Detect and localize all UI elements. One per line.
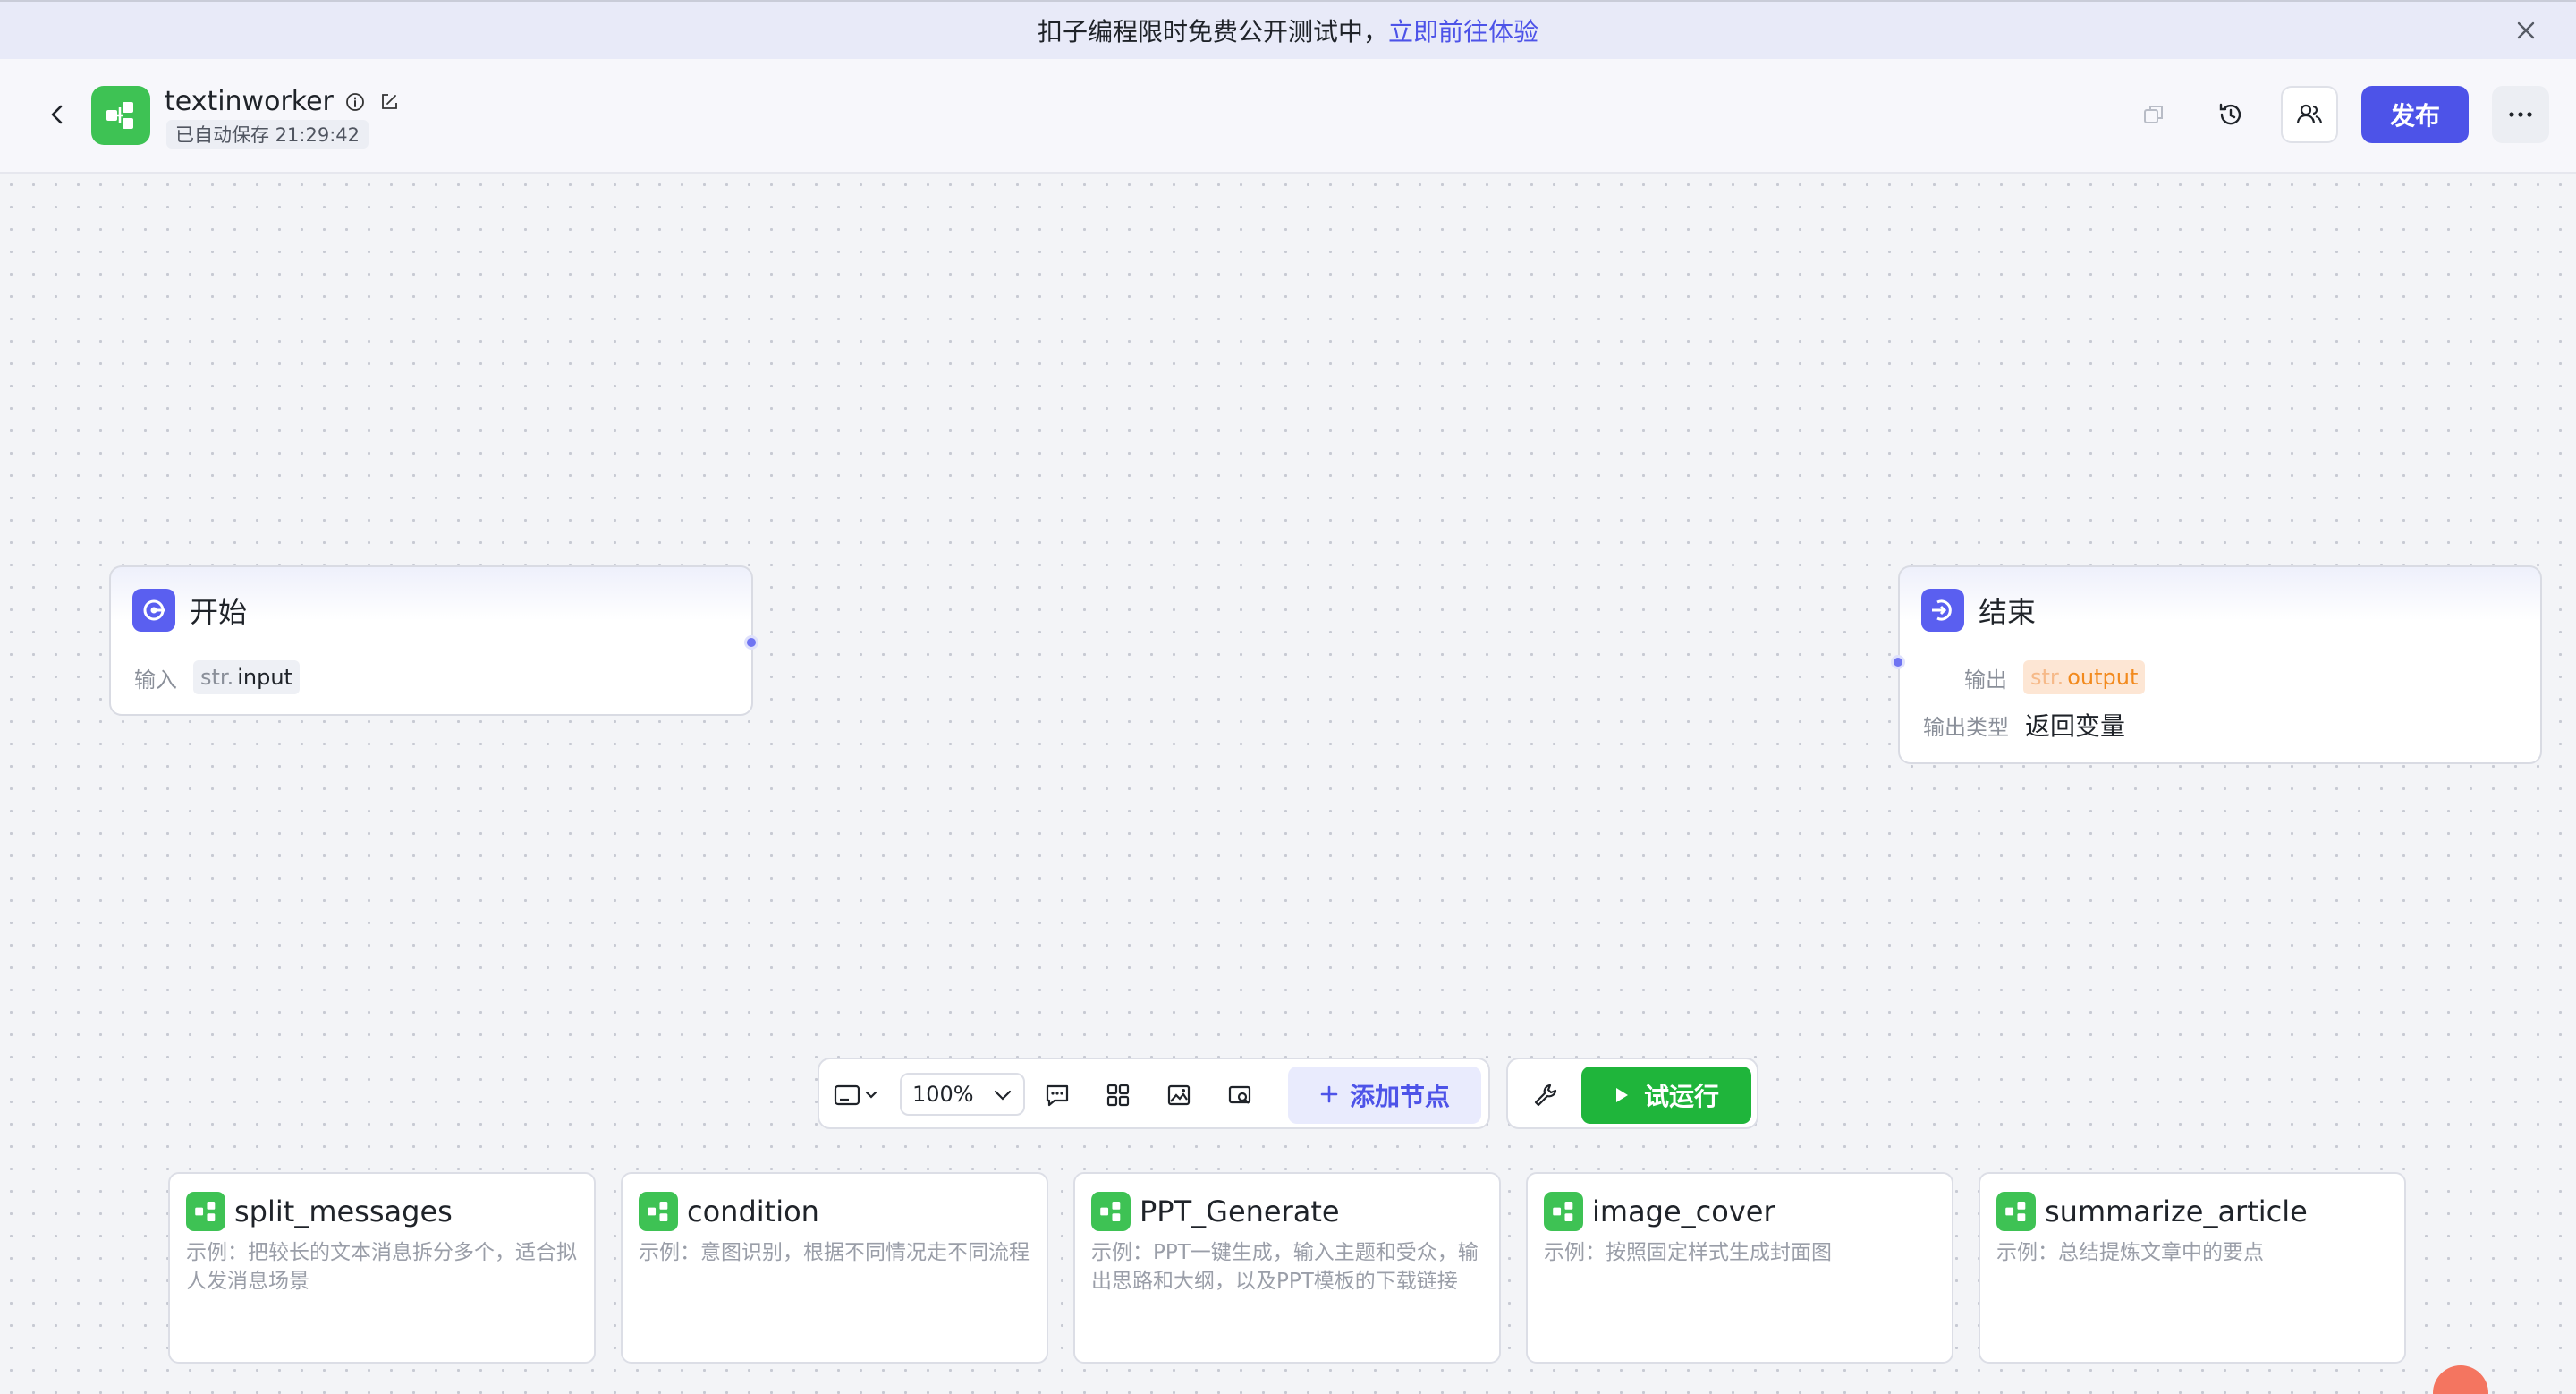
input-variable-tag: str. input: [193, 660, 300, 694]
plus-icon: [1319, 1081, 1339, 1110]
workflow-name: textinworker: [165, 86, 334, 117]
banner-link[interactable]: 立即前往体验: [1388, 13, 1538, 48]
start-node[interactable]: 开始 输入 str. input: [109, 565, 758, 716]
add-node-button[interactable]: 添加节点: [1288, 1067, 1481, 1124]
end-node-header: 结束: [1921, 589, 2036, 632]
start-input-row: 输入 str. input: [134, 660, 300, 694]
close-icon[interactable]: [2510, 14, 2542, 47]
template-description: 示例：意图识别，根据不同情况走不同流程: [639, 1241, 1030, 1264]
end-input-port[interactable]: [1891, 655, 1905, 669]
copy-icon[interactable]: [2125, 86, 2182, 143]
template-description: 示例：PPT一键生成，输入主题和受众，输出思路和大纲，以及PPT模板的下载链接: [1091, 1241, 1479, 1293]
input-label: 输入: [134, 667, 177, 693]
banner-text: 扣子编程限时免费公开测试中，: [1037, 17, 1388, 47]
workflow-icon: [1091, 1192, 1131, 1231]
comment-icon[interactable]: [1039, 1077, 1075, 1113]
canvas-toolbar: 100% 添加节点: [818, 1058, 1490, 1129]
run-toolbar: 试运行: [1506, 1058, 1758, 1129]
template-description: 示例：把较长的文本消息拆分多个，适合拟人发消息场景: [186, 1241, 577, 1293]
workflow-logo-icon: [91, 86, 150, 145]
template-name: split_messages: [234, 1194, 453, 1228]
workflow-title: textinworker: [165, 86, 402, 117]
variable-name: output: [2067, 665, 2139, 690]
start-icon: [132, 589, 175, 632]
template-card[interactable]: split_messages 示例：把较长的文本消息拆分多个，适合拟人发消息场景: [168, 1172, 596, 1364]
template-description: 示例：按照固定样式生成封面图: [1544, 1241, 1832, 1264]
end-output-row: 输出 str. output: [1964, 660, 2146, 694]
template-description: 示例：总结提炼文章中的要点: [1996, 1241, 2264, 1264]
zoom-value: 100%: [912, 1082, 974, 1107]
template-card[interactable]: PPT_Generate 示例：PPT一键生成，输入主题和受众，输出思路和大纲，…: [1073, 1172, 1501, 1364]
end-output-type-row: 输出类型 返回变量: [1923, 707, 2125, 743]
template-name: summarize_article: [2045, 1194, 2308, 1228]
publish-button[interactable]: 发布: [2361, 86, 2469, 143]
back-icon[interactable]: [39, 97, 75, 132]
add-node-label: 添加节点: [1349, 1082, 1450, 1111]
end-node[interactable]: 结束 输出 str. output 输出类型 返回变量: [1891, 565, 2542, 764]
template-name: condition: [687, 1194, 819, 1228]
start-node-title: 开始: [190, 595, 248, 629]
zoom-select[interactable]: 100%: [900, 1073, 1025, 1116]
output-type-label: 输出类型: [1923, 714, 2009, 740]
start-output-port[interactable]: [744, 635, 758, 650]
output-variable-tag: str. output: [2023, 660, 2146, 694]
workflow-icon: [186, 1192, 225, 1231]
template-name: PPT_Generate: [1140, 1194, 1340, 1228]
template-card[interactable]: summarize_article 示例：总结提炼文章中的要点: [1979, 1172, 2406, 1364]
fit-view-icon[interactable]: [1222, 1077, 1258, 1113]
announcement-banner: 扣子编程限时免费公开测试中， 立即前往体验: [0, 0, 2576, 59]
edit-icon[interactable]: [377, 89, 402, 115]
interaction-mode-icon[interactable]: [832, 1077, 886, 1113]
play-icon: [1614, 1081, 1630, 1110]
minimap-icon[interactable]: [1161, 1077, 1197, 1113]
output-label: 输出: [1964, 667, 2007, 693]
workflow-header: textinworker 已自动保存 21:29:42 发布: [0, 59, 2576, 174]
workflow-icon: [1544, 1192, 1583, 1231]
info-icon[interactable]: [343, 89, 368, 115]
workflow-icon: [1996, 1192, 2036, 1231]
end-icon: [1921, 589, 1964, 632]
auto-layout-icon[interactable]: [1100, 1077, 1136, 1113]
variable-type: str.: [2030, 665, 2064, 690]
variable-type: str.: [200, 665, 234, 690]
start-node-header: 开始: [132, 589, 247, 632]
template-name: image_cover: [1592, 1194, 1775, 1228]
variable-name: input: [237, 665, 292, 690]
wrench-icon[interactable]: [1528, 1077, 1563, 1113]
more-icon[interactable]: [2492, 86, 2549, 143]
autosave-status: 已自动保存 21:29:42: [166, 120, 369, 149]
history-icon[interactable]: [2202, 86, 2259, 143]
template-card[interactable]: image_cover 示例：按照固定样式生成封面图: [1526, 1172, 1953, 1364]
end-node-title: 结束: [1979, 595, 2037, 629]
trial-run-label: 试运行: [1643, 1082, 1719, 1111]
chevron-down-icon: [993, 1082, 1013, 1107]
output-type-value: 返回变量: [2025, 711, 2126, 741]
trial-run-button[interactable]: 试运行: [1581, 1067, 1751, 1124]
template-card[interactable]: condition 示例：意图识别，根据不同情况走不同流程: [621, 1172, 1048, 1364]
collaborators-icon[interactable]: [2281, 86, 2338, 143]
workflow-icon: [639, 1192, 678, 1231]
